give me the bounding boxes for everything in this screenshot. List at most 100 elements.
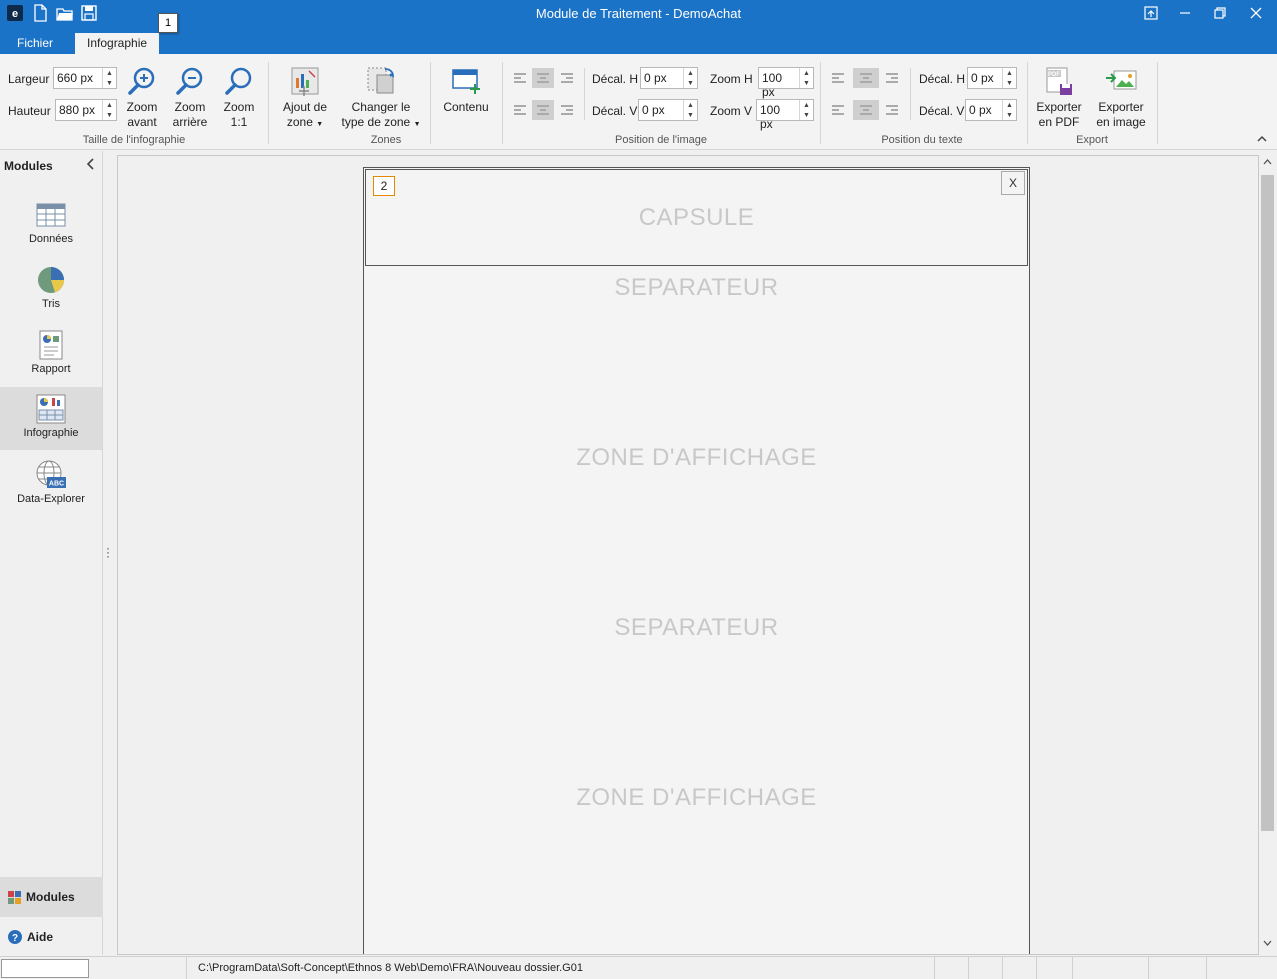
spin-down-icon[interactable]: ▼ [800, 78, 813, 88]
text-align-center-bottom-icon[interactable] [853, 100, 879, 120]
capsule-zone[interactable]: 2 CAPSULE X [365, 169, 1028, 266]
changer-type-zone-button[interactable]: Changer le type de zone ▼ [340, 64, 422, 132]
image-zoom-h-spinner[interactable]: 100 px ▲ ▼ [758, 67, 814, 99]
panel-splitter-handle[interactable]: · · · [106, 542, 110, 562]
text-align-left-top-icon[interactable] [827, 68, 849, 88]
spin-down-icon[interactable]: ▼ [103, 110, 116, 120]
largeur-spinner[interactable]: 660 px ▲ ▼ [53, 67, 117, 89]
sidebar-item-donnees[interactable]: Données [0, 193, 102, 255]
spin-down-icon[interactable]: ▼ [103, 78, 116, 88]
ribbon-separator [1157, 62, 1158, 144]
modules-sidebar: Modules Données Tris Rapport Infographie… [0, 151, 103, 955]
sidebar-item-rapport[interactable]: Rapport [0, 323, 102, 385]
spin-down-icon[interactable]: ▼ [684, 78, 697, 88]
status-file-path: C:\ProgramData\Soft-Concept\Ethnos 8 Web… [198, 962, 583, 974]
zoom-reset-icon [222, 64, 256, 98]
modules-toggle-button[interactable]: Modules [0, 877, 103, 917]
pin-ribbon-icon[interactable] [1134, 0, 1168, 26]
table-grid-icon [35, 199, 67, 231]
scroll-down-icon[interactable] [1259, 938, 1276, 955]
image-decal-v-value[interactable]: 0 px [639, 100, 683, 120]
text-decal-h-spinner[interactable]: 0 px ▲ ▼ [967, 67, 1017, 89]
align-right-top-icon[interactable] [556, 68, 578, 88]
zoom-in-label: Zoom avant [126, 100, 158, 129]
spin-down-icon[interactable]: ▼ [800, 110, 813, 120]
align-left-bottom-icon[interactable] [509, 100, 531, 120]
zone-label-capsule: CAPSULE [638, 204, 755, 231]
spin-up-icon[interactable]: ▲ [103, 100, 116, 110]
spin-up-icon[interactable]: ▲ [103, 68, 116, 78]
spin-up-icon[interactable]: ▲ [684, 100, 697, 110]
largeur-value[interactable]: 660 px [54, 68, 102, 88]
image-zoom-v-value[interactable]: 100 px [757, 100, 799, 131]
text-decal-v-spinner[interactable]: 0 px ▲ ▼ [965, 99, 1017, 121]
zoom-out-label: Zoom arrière [172, 100, 208, 129]
zoom-out-button[interactable]: Zoom arrière [168, 64, 212, 130]
zone-label-affichage-2[interactable]: ZONE D'AFFICHAGE [364, 784, 1029, 812]
zone-label-affichage-1[interactable]: ZONE D'AFFICHAGE [364, 444, 1029, 472]
image-zoom-v-spinner[interactable]: 100 px ▲ ▼ [756, 99, 814, 131]
text-align-right-bottom-icon[interactable] [881, 100, 903, 120]
image-zoom-v-label: Zoom V [710, 104, 753, 118]
image-decal-h-spinner[interactable]: 0 px ▲ ▼ [640, 67, 698, 89]
spin-up-icon[interactable]: ▲ [1003, 68, 1016, 78]
zoom-in-button[interactable]: Zoom avant [120, 64, 164, 130]
image-decal-v-spinner[interactable]: 0 px ▲ ▼ [638, 99, 698, 121]
spin-up-icon[interactable]: ▲ [800, 68, 813, 78]
status-input-field[interactable] [1, 959, 89, 978]
group-position-texte-label: Position du texte [881, 134, 963, 146]
spin-down-icon[interactable]: ▼ [1003, 78, 1016, 88]
spin-down-icon[interactable]: ▼ [684, 110, 697, 120]
image-decal-v-label: Décal. V [592, 104, 638, 118]
aide-button[interactable]: ? Aide [0, 917, 103, 957]
hauteur-value[interactable]: 880 px [56, 100, 102, 120]
align-left-top-icon[interactable] [509, 68, 531, 88]
text-align-left-bottom-icon[interactable] [827, 100, 849, 120]
status-bar: C:\ProgramData\Soft-Concept\Ethnos 8 Web… [0, 956, 1277, 979]
text-align-center-top-icon[interactable] [853, 68, 879, 88]
ajout-zone-label-1: Ajout de [282, 100, 328, 114]
chevron-left-icon[interactable] [86, 157, 96, 173]
close-icon[interactable] [1239, 0, 1273, 26]
contenu-button[interactable]: Contenu [438, 64, 494, 115]
export-image-button[interactable]: Exporter en image [1090, 64, 1152, 130]
spin-down-icon[interactable]: ▼ [1003, 110, 1016, 120]
collapse-ribbon-icon[interactable] [1257, 134, 1267, 146]
ajout-zone-button[interactable]: Ajout de zone ▼ [276, 64, 334, 132]
align-center-top-icon[interactable] [532, 68, 554, 88]
text-decal-v-value[interactable]: 0 px [966, 100, 1002, 120]
scroll-up-icon[interactable] [1259, 157, 1276, 174]
export-pdf-label-2: en PDF [1038, 115, 1080, 129]
ajout-zone-label-2: zone ▼ [286, 115, 324, 129]
zone-label-separateur-1[interactable]: SEPARATEUR [364, 274, 1029, 302]
spin-up-icon[interactable]: ▲ [800, 100, 813, 110]
sidebar-item-data-explorer[interactable]: ABC Data-Explorer [0, 453, 102, 515]
image-zoom-h-value[interactable]: 100 px [759, 68, 799, 99]
status-divider [186, 957, 187, 979]
spin-up-icon[interactable]: ▲ [684, 68, 697, 78]
ribbon-separator [502, 62, 503, 144]
align-center-bottom-icon[interactable] [532, 100, 554, 120]
ribbon-tabs: Fichier Infographie [0, 30, 1277, 54]
zone-label-separateur-2[interactable]: SEPARATEUR [364, 614, 1029, 642]
image-decal-h-value[interactable]: 0 px [641, 68, 683, 88]
tab-infographie[interactable]: Infographie [75, 33, 160, 54]
export-pdf-button[interactable]: PDF Exporter en PDF [1030, 64, 1088, 130]
infographic-page[interactable]: 2 CAPSULE X SEPARATEUR ZONE D'AFFICHAGE … [363, 167, 1030, 954]
text-align-right-top-icon[interactable] [881, 68, 903, 88]
align-right-bottom-icon[interactable] [556, 100, 578, 120]
zoom-reset-button[interactable]: Zoom 1:1 [217, 64, 261, 130]
sidebar-item-infographie[interactable]: Infographie [0, 387, 102, 450]
infographic-canvas[interactable]: 2 CAPSULE X SEPARATEUR ZONE D'AFFICHAGE … [117, 155, 1259, 955]
vertical-scrollbar[interactable] [1259, 155, 1276, 955]
tab-fichier[interactable]: Fichier [5, 33, 65, 54]
minimize-icon[interactable] [1168, 0, 1202, 26]
infographic-icon [35, 393, 67, 425]
text-decal-h-value[interactable]: 0 px [968, 68, 1002, 88]
restore-icon[interactable] [1203, 0, 1237, 26]
sidebar-item-tris[interactable]: Tris [0, 258, 102, 320]
hauteur-spinner[interactable]: 880 px ▲ ▼ [55, 99, 117, 121]
scrollbar-thumb[interactable] [1261, 175, 1274, 831]
remove-zone-button[interactable]: X [1001, 171, 1025, 195]
spin-up-icon[interactable]: ▲ [1003, 100, 1016, 110]
